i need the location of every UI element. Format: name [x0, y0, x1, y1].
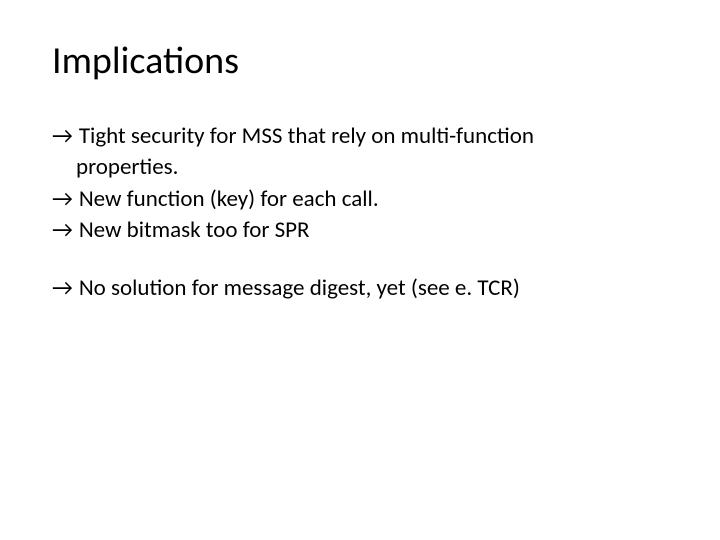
bullet-text: properties.: [76, 153, 668, 182]
bullet-group-1: → Tight security for MSS that rely on mu…: [52, 122, 668, 246]
bullet-item: → Tight security for MSS that rely on mu…: [52, 122, 668, 151]
bullet-item: → New bitmask too for SPR: [52, 216, 668, 245]
arrow-icon: →: [52, 274, 79, 303]
bullet-item: → No solution for message digest, yet (s…: [52, 274, 668, 303]
bullet-text: No solution for message digest, yet (see…: [79, 274, 668, 303]
bullet-item: → New function (key) for each call.: [52, 185, 668, 214]
bullet-group-2: → No solution for message digest, yet (s…: [52, 274, 668, 303]
bullet-text: New function (key) for each call.: [79, 185, 668, 214]
bullet-text: Tight security for MSS that rely on mult…: [79, 122, 668, 151]
bullet-text: New bitmask too for SPR: [79, 216, 668, 245]
arrow-icon: →: [52, 185, 79, 214]
slide-title: Implications: [52, 38, 668, 84]
bullet-continuation: properties.: [52, 153, 668, 182]
arrow-icon: →: [52, 122, 79, 151]
arrow-icon: →: [52, 216, 79, 245]
